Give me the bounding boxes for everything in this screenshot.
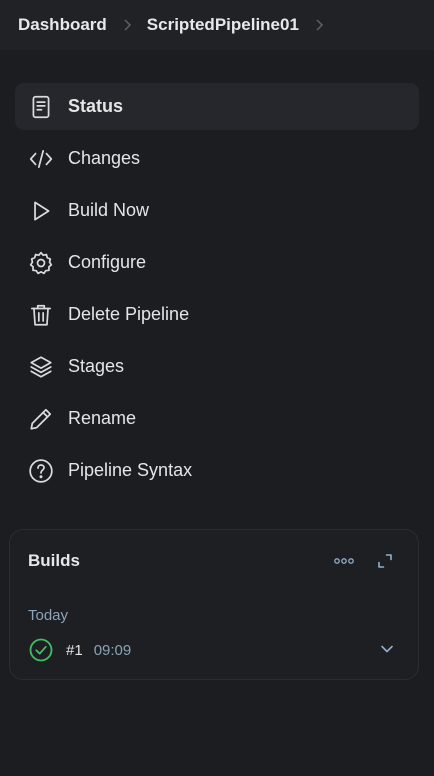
document-icon [28, 94, 54, 120]
side-nav: Status Changes Build Now Configure Delet… [0, 83, 434, 494]
nav-item-build-now[interactable]: Build Now [15, 187, 419, 234]
more-options-icon[interactable] [331, 548, 357, 574]
builds-day-label: Today [28, 607, 69, 624]
nav-item-label: Configure [68, 252, 147, 272]
nav-item-label: Changes [68, 148, 141, 168]
nav-item-label: Build Now [68, 200, 150, 220]
pencil-icon [28, 406, 54, 432]
breadcrumb-pipeline[interactable]: ScriptedPipeline01 [147, 15, 299, 35]
nav-item-stages[interactable]: Stages [15, 343, 419, 390]
chevron-right-icon[interactable] [299, 18, 339, 32]
nav-item-rename[interactable]: Rename [15, 395, 419, 442]
trash-icon [28, 302, 54, 328]
code-icon [28, 146, 54, 172]
layers-icon [28, 354, 54, 380]
build-number[interactable]: #1 [66, 642, 83, 659]
gear-icon [28, 250, 54, 276]
nav-item-label: Delete Pipeline [68, 304, 190, 324]
nav-item-label: Status [68, 96, 124, 116]
breadcrumb-bar: Dashboard ScriptedPipeline01 [0, 0, 434, 50]
play-icon [28, 198, 54, 224]
nav-item-delete-pipeline[interactable]: Delete Pipeline [15, 291, 419, 338]
builds-title: Builds [28, 551, 80, 570]
expand-icon[interactable] [372, 548, 398, 574]
builds-panel: Builds Today #1 09:09 [9, 529, 419, 680]
nav-item-label: Pipeline Syntax [68, 460, 193, 480]
builds-header: Builds [10, 530, 418, 592]
nav-item-configure[interactable]: Configure [15, 239, 419, 286]
build-row[interactable]: #1 09:09 [10, 635, 418, 665]
chevron-down-icon[interactable] [380, 641, 394, 659]
build-time: 09:09 [93, 641, 132, 659]
nav-item-pipeline-syntax[interactable]: Pipeline Syntax [15, 447, 419, 494]
help-icon [28, 458, 54, 484]
success-check-icon [29, 638, 53, 662]
nav-item-label: Rename [68, 408, 137, 428]
chevron-right-icon [107, 18, 147, 32]
breadcrumb-dashboard[interactable]: Dashboard [18, 15, 107, 35]
nav-item-changes[interactable]: Changes [15, 135, 419, 182]
nav-item-label: Stages [68, 356, 125, 376]
nav-item-status[interactable]: Status [15, 83, 419, 130]
